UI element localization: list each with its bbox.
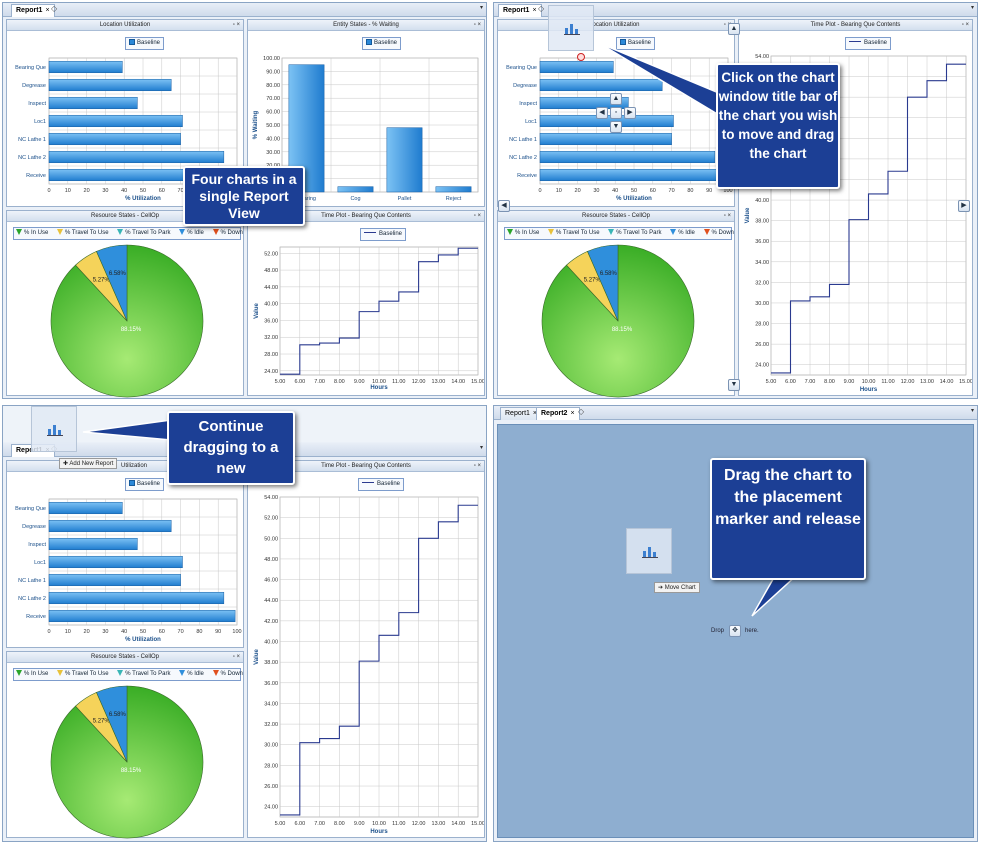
- x-tick-label: 8.00: [334, 379, 345, 385]
- idle-swatch-icon: [179, 229, 186, 235]
- x-tick-label: 6.00: [294, 379, 305, 385]
- category-label: NC Lathe 1: [18, 137, 46, 143]
- bar: [337, 186, 374, 193]
- y-tick-label: 52.00: [264, 251, 278, 257]
- y-tick-label: 28.00: [264, 352, 278, 358]
- x-tick-label: 12.00: [412, 379, 426, 385]
- panel-title[interactable]: Location Utilization ▫ ×: [7, 20, 243, 31]
- x-axis-label: Hours: [370, 385, 388, 391]
- y-tick-label: 60.00: [266, 110, 280, 116]
- y-axis-label: % Waiting: [253, 110, 259, 139]
- y-tick-label: 90.00: [266, 69, 280, 75]
- y-tick-label: 80.00: [266, 83, 280, 89]
- baseline-line-icon: [364, 232, 376, 233]
- y-tick-label: 40.00: [266, 136, 280, 142]
- panel-resource-states: Resource States - CellOp▫ × % In Use % T…: [6, 210, 244, 398]
- close-icon[interactable]: ×: [45, 7, 49, 14]
- category-label: Bearing Que: [15, 65, 46, 71]
- legend: Baseline: [125, 37, 165, 50]
- bar: [48, 60, 123, 74]
- bar: [48, 78, 172, 92]
- time-plot-chart: 5.00 6.00 7.00 8.00 9.00 10.00 11.00 12.00 13.00…: [254, 246, 484, 391]
- slice-label: 6.58%: [109, 271, 127, 277]
- window-controls-icon[interactable]: ▫ ×: [474, 211, 481, 222]
- x-tick-label: 9.00: [354, 379, 365, 385]
- callout-continue-dragging: Continue dragging to a new: [167, 411, 295, 485]
- category-label: Loc1: [34, 119, 46, 125]
- tab-menu-icon[interactable]: ▾: [480, 4, 483, 11]
- x-tick-label: 15.00: [471, 379, 484, 385]
- tab-bar: Report1× ◇ ▾: [3, 3, 486, 17]
- in-use-swatch-icon: [16, 229, 22, 235]
- travel-to-park-swatch-icon: [117, 229, 124, 235]
- travel-to-use-swatch-icon: [57, 229, 64, 235]
- x-tick-label: 0: [47, 188, 50, 194]
- y-tick-label: 40.00: [264, 302, 278, 308]
- x-tick-label: 20: [84, 188, 90, 194]
- x-tick-label: 5.00: [275, 379, 286, 385]
- x-tick-label: 30: [102, 188, 108, 194]
- x-tick-label: 11.00: [392, 379, 405, 385]
- tab-report1[interactable]: Report1×: [11, 4, 55, 17]
- x-tick-label: 13.00: [432, 379, 446, 385]
- legend: Baseline: [362, 37, 402, 50]
- report-view-bottom-left: Report1× ◇ ▾ Utilization▫ × Baseline 010…: [2, 405, 487, 842]
- down-swatch-icon: [212, 229, 219, 235]
- category-label: Reject: [446, 196, 462, 202]
- y-tick-label: 24.00: [264, 369, 278, 375]
- report-view-top-left: Report1 × ◇ ▾ Location Utilization ▫ × Bas…: [2, 2, 487, 399]
- category-label: Pallet: [398, 196, 412, 202]
- slice-label: 5.27%: [93, 278, 111, 284]
- bar: [48, 132, 181, 146]
- report-view-bottom-right: Report1 × Report2 × ◇ ▾ ➔ Move Chart Drop …: [493, 405, 978, 842]
- resource-states-pie: 88.15% 5.27%6.58%: [50, 244, 204, 398]
- report-view-top-right: Report1× ◇ ▾ ocation Utilization▫ × Base…: [493, 2, 978, 399]
- panel-time-plot: Time Plot - Bearing Que Contents ▫ × Base…: [247, 210, 485, 396]
- add-tab-icon[interactable]: ◇: [51, 4, 57, 13]
- bar: [48, 114, 183, 128]
- bar: [48, 150, 225, 164]
- baseline-swatch-icon: [129, 39, 135, 45]
- x-tick-label: 7.00: [314, 379, 325, 385]
- y-tick-label: 32.00: [264, 335, 278, 341]
- baseline-swatch-icon: [366, 39, 372, 45]
- panel-title[interactable]: Entity States - % Waiting ▫ ×: [248, 20, 484, 31]
- category-label: NC Lathe 2: [18, 155, 46, 161]
- y-tick-label: 44.00: [264, 285, 278, 291]
- slice-label: 88.15%: [121, 327, 142, 333]
- callout-click-title-bar: Click on the chart window title bar of t…: [716, 63, 840, 189]
- y-tick-label: 36.00: [264, 318, 278, 324]
- y-tick-label: 50.00: [266, 123, 280, 129]
- bar: [435, 186, 472, 193]
- y-tick-label: 70.00: [266, 96, 280, 102]
- category-label: Inspect: [28, 101, 46, 107]
- x-axis-label: % Utilization: [125, 196, 161, 202]
- category-label: Degrease: [22, 83, 46, 89]
- category-label: Receive: [26, 173, 46, 179]
- bar: [48, 96, 138, 110]
- bar: [386, 127, 423, 193]
- y-axis-label: Value: [254, 303, 260, 319]
- x-tick-label: 14.00: [451, 379, 465, 385]
- x-tick-label: 10: [65, 188, 71, 194]
- window-controls-icon[interactable]: ▫ ×: [233, 20, 240, 31]
- callout-four-charts: Four charts in a single Report View: [183, 166, 305, 226]
- y-tick-label: 48.00: [264, 268, 278, 274]
- y-tick-label: 100.00: [263, 56, 280, 62]
- x-tick-label: 60: [159, 188, 165, 194]
- x-tick-label: 40: [121, 188, 127, 194]
- x-tick-label: 50: [140, 188, 146, 194]
- y-tick-label: 30.00: [266, 150, 280, 156]
- legend: Baseline: [360, 228, 407, 241]
- callout-drag-to-marker: Drag the chart to the placement marker a…: [710, 458, 866, 580]
- window-controls-icon[interactable]: ▫ ×: [474, 20, 481, 31]
- category-label: Cog: [350, 196, 360, 202]
